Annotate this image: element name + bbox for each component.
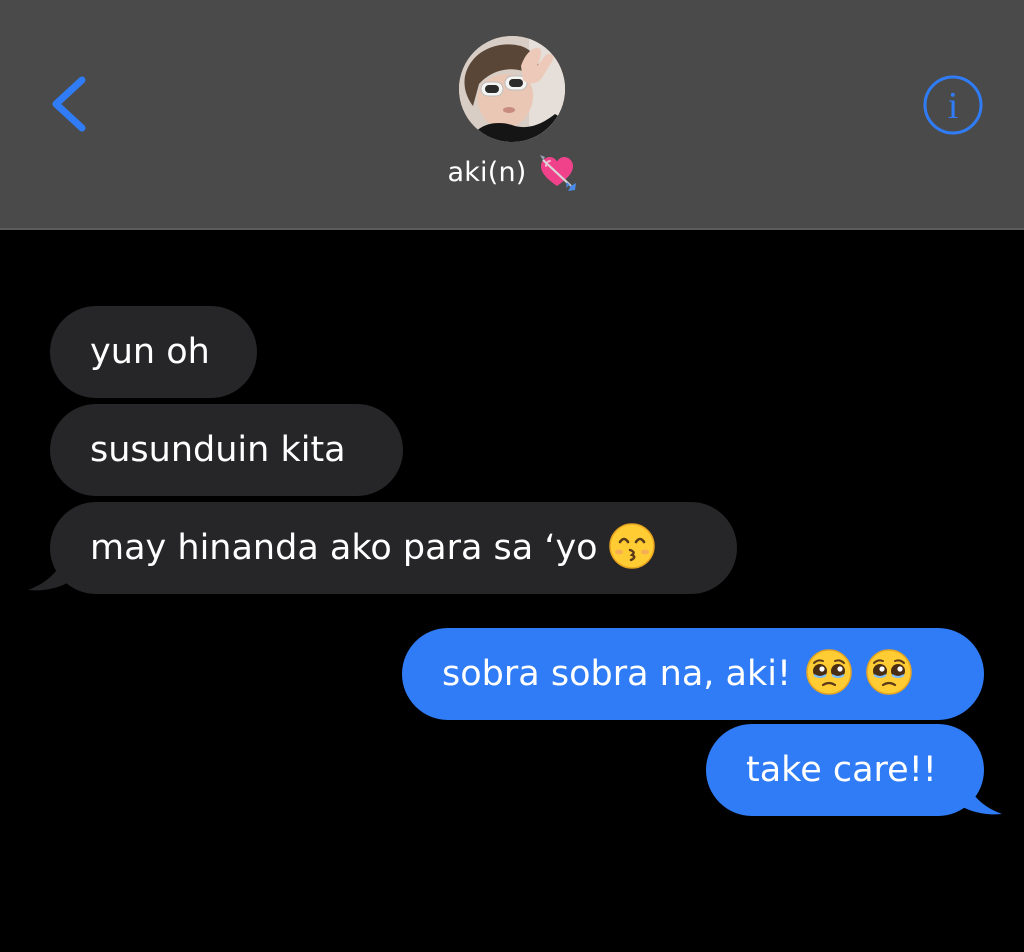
info-icon: i — [923, 75, 983, 135]
message-bubble-received[interactable]: may hinanda ako para sa ‘yo — [50, 502, 737, 594]
message-text: sobra sobra na, aki! — [442, 654, 792, 694]
message-bubble-sent[interactable]: take care!! — [706, 724, 984, 816]
contact-name-row[interactable]: aki(n) — [0, 150, 1024, 194]
contact-name: aki(n) — [447, 156, 527, 188]
conversation-header: aki(n) i — [0, 0, 1024, 230]
message-text: yun oh — [90, 332, 210, 372]
chevron-left-icon — [52, 76, 86, 132]
back-button[interactable] — [40, 68, 100, 140]
info-glyph: i — [948, 85, 959, 127]
pleading-face-emoji — [806, 649, 852, 695]
message-text: take care!! — [746, 750, 937, 790]
info-button[interactable]: i — [920, 72, 986, 138]
message-bubble-received[interactable]: yun oh — [50, 306, 257, 398]
pleading-face-emoji — [866, 649, 912, 695]
contact-avatar[interactable] — [459, 36, 565, 142]
message-text: may hinanda ako para sa ‘yo — [90, 528, 598, 568]
message-bubble-sent[interactable]: sobra sobra na, aki! — [402, 628, 984, 720]
avatar-photo — [459, 36, 565, 142]
message-thread: yun oh susunduin kita may hinanda ako pa… — [0, 230, 1024, 952]
messages-screen: aki(n) i yun oh susunduin kita may hinan… — [0, 0, 1024, 952]
kissing-smiling-eyes-emoji — [608, 523, 655, 569]
message-text: susunduin kita — [90, 430, 346, 470]
heart-with-arrow-icon — [539, 155, 576, 191]
message-bubble-received[interactable]: susunduin kita — [50, 404, 403, 496]
